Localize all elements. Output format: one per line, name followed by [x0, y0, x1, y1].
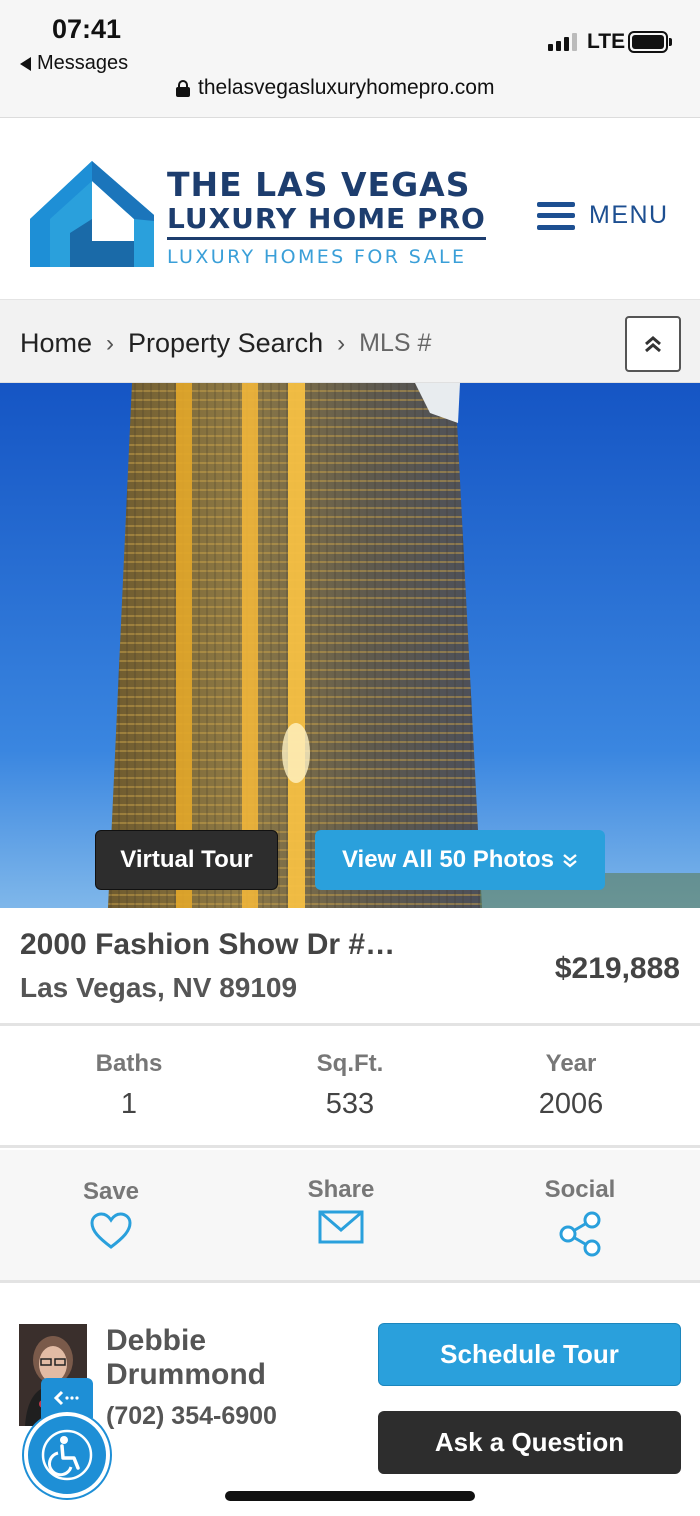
- site-header: THE LAS VEGAS LUXURY HOME PRO LUXURY HOM…: [0, 119, 700, 299]
- double-chevron-down-icon: [563, 854, 577, 868]
- site-logo[interactable]: THE LAS VEGAS LUXURY HOME PRO LUXURY HOM…: [167, 167, 486, 268]
- breadcrumb-current: MLS #: [359, 329, 432, 357]
- listing-photo[interactable]: Virtual Tour View All 50 Photos: [0, 383, 700, 908]
- menu-button[interactable]: MENU: [537, 201, 669, 230]
- logo-line2: LUXURY HOME PRO: [167, 203, 486, 240]
- lock-icon: [176, 80, 190, 97]
- share-nodes-icon: [559, 1211, 601, 1257]
- listing-price: $219,888: [554, 952, 680, 985]
- wheelchair-icon: [41, 1429, 93, 1481]
- social-button[interactable]: Social: [500, 1176, 660, 1258]
- battery-tip: [669, 38, 672, 46]
- accessibility-button[interactable]: [24, 1412, 110, 1498]
- home-indicator: [225, 1491, 475, 1501]
- clock: 07:41: [52, 14, 122, 44]
- address-line1: 2000 Fashion Show Dr #…: [20, 928, 396, 961]
- stat-label: Year: [545, 1050, 597, 1077]
- view-photos-label: View All 50 Photos: [341, 846, 555, 873]
- logo-line1: THE LAS VEGAS: [167, 165, 471, 204]
- collapse-button[interactable]: [625, 316, 681, 372]
- logo-tagline: LUXURY HOMES FOR SALE: [167, 246, 467, 268]
- heart-icon: [90, 1212, 132, 1249]
- stat-sqft: Sq.Ft. 533: [250, 1050, 450, 1121]
- url-text: thelasvegasluxuryhomepro.com: [198, 76, 495, 99]
- social-label: Social: [544, 1176, 616, 1203]
- agent-name: Debbie Drummond: [106, 1324, 266, 1391]
- stat-label: Baths: [95, 1050, 163, 1077]
- back-triangle-icon: [20, 56, 31, 71]
- save-label: Save: [82, 1178, 140, 1205]
- envelope-icon: [318, 1210, 364, 1244]
- share-label: Share: [307, 1176, 375, 1203]
- breadcrumb-property-search[interactable]: Property Search: [128, 328, 323, 359]
- breadcrumb: Home › Property Search › MLS #: [20, 328, 431, 359]
- stat-year: Year 2006: [471, 1050, 671, 1121]
- double-chevron-up-icon: [645, 336, 661, 353]
- agent-panel: Debbie Drummond (702) 354-6900 Schedule …: [0, 1284, 700, 1516]
- address-bar[interactable]: thelasvegasluxuryhomepro.com: [176, 76, 494, 100]
- back-to-app-link[interactable]: Messages: [20, 52, 128, 75]
- virtual-tour-button[interactable]: Virtual Tour: [95, 830, 278, 890]
- listing-stats: Baths 1 Sq.Ft. 533 Year 2006: [0, 1026, 700, 1148]
- hamburger-icon: [537, 201, 575, 230]
- status-bar: 07:41 Messages LTE thelasvegasluxuryhome…: [0, 0, 700, 118]
- ask-question-button[interactable]: Ask a Question: [378, 1411, 681, 1474]
- agent-phone-link[interactable]: (702) 354-6900: [106, 1402, 277, 1431]
- house-logo-icon[interactable]: [30, 161, 154, 272]
- back-app-label: Messages: [37, 52, 129, 74]
- stat-label: Sq.Ft.: [316, 1050, 384, 1077]
- stat-value: 2006: [538, 1088, 604, 1120]
- breadcrumb-bar: Home › Property Search › MLS #: [0, 299, 700, 383]
- address-line2: Las Vegas, NV 89109: [20, 972, 298, 1003]
- listing-summary: 2000 Fashion Show Dr #… Las Vegas, NV 89…: [0, 908, 700, 1026]
- save-button[interactable]: Save: [31, 1178, 191, 1250]
- chevron-right-icon: ›: [337, 329, 346, 357]
- breadcrumb-home[interactable]: Home: [20, 328, 92, 359]
- stat-value: 1: [120, 1088, 138, 1120]
- share-button[interactable]: Share: [261, 1176, 421, 1244]
- view-photos-button[interactable]: View All 50 Photos: [315, 830, 605, 890]
- chevron-right-icon: ›: [106, 329, 115, 357]
- schedule-tour-button[interactable]: Schedule Tour: [378, 1323, 681, 1386]
- battery-icon: [628, 31, 668, 53]
- arrow-left-dotted-icon: [53, 1390, 79, 1406]
- menu-label: MENU: [589, 201, 669, 229]
- signal-icon: [548, 33, 577, 51]
- stat-baths: Baths 1: [29, 1050, 229, 1121]
- listing-actions: Save Share Social: [0, 1150, 700, 1283]
- network-label: LTE: [587, 30, 626, 53]
- stat-value: 533: [325, 1088, 375, 1120]
